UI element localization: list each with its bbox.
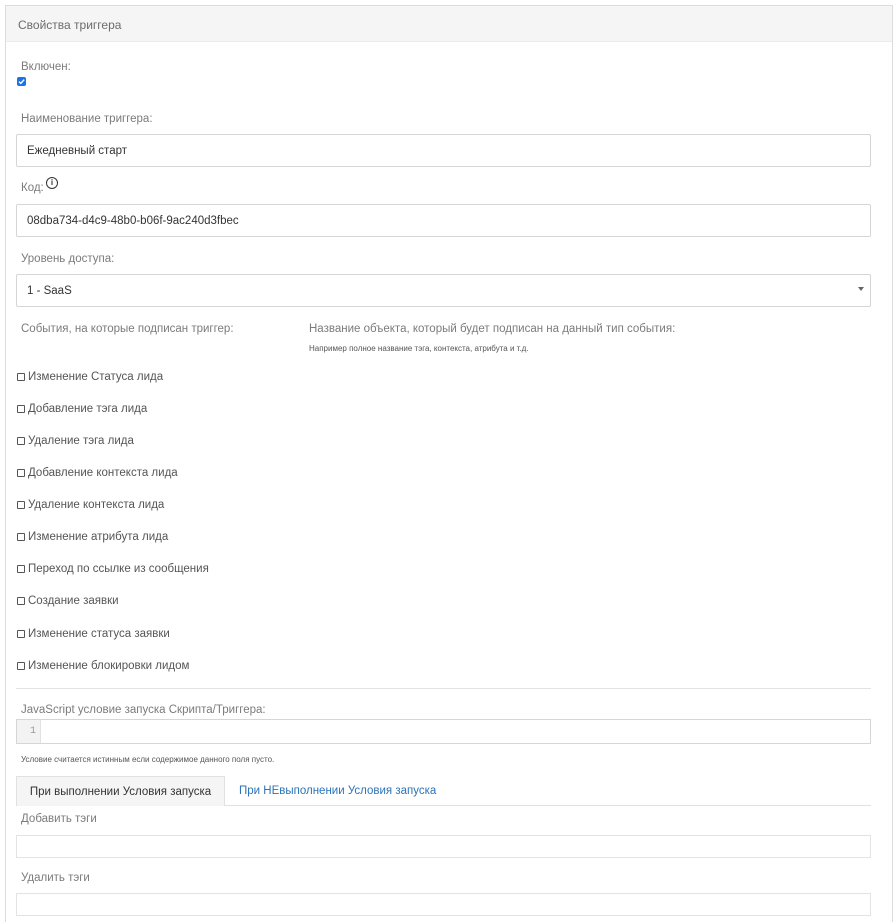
event-checkbox-row[interactable]: Изменение блокировки лидом xyxy=(17,660,189,674)
event-checkbox[interactable] xyxy=(17,597,25,605)
event-checkbox-label: Изменение атрибута лида xyxy=(28,531,169,543)
event-checkbox-label: Удаление тэга лида xyxy=(28,435,134,447)
trigger-name-label: Наименование триггера: xyxy=(21,113,153,125)
tab-on-condition-met[interactable]: При выполнении Условия запуска xyxy=(16,776,225,806)
access-level-select[interactable]: 1 - SaaS xyxy=(16,274,871,307)
event-checkbox-row[interactable]: Изменение статуса заявки xyxy=(17,628,170,642)
event-checkbox[interactable] xyxy=(17,469,25,477)
enabled-checkbox[interactable] xyxy=(17,77,26,86)
remove-tags-label: Удалить тэги xyxy=(21,872,90,884)
event-checkbox-label: Изменение блокировки лидом xyxy=(28,660,190,672)
event-checkbox-row[interactable]: Изменение атрибута лида xyxy=(17,531,168,545)
js-condition-hint: Условие считается истинным если содержим… xyxy=(21,755,275,764)
trigger-name-input[interactable]: Ежедневный старт xyxy=(16,134,871,167)
event-checkbox[interactable] xyxy=(17,405,25,413)
event-checkbox-row[interactable]: Удаление контекста лида xyxy=(17,499,164,513)
line-number: 1 xyxy=(17,720,41,743)
event-checkbox-label: Переход по ссылке из сообщения xyxy=(28,563,209,575)
event-checkbox-row[interactable]: Добавление контекста лида xyxy=(17,467,178,481)
event-checkbox-label: Добавление контекста лида xyxy=(28,467,178,479)
caret-down-icon xyxy=(858,287,864,291)
event-checkbox-label: Удаление контекста лида xyxy=(28,499,165,511)
event-checkbox-label: Изменение Статуса лида xyxy=(28,371,164,383)
access-level-value: 1 - SaaS xyxy=(27,285,72,297)
tabs-divider xyxy=(225,805,871,806)
panel-title: Свойства триггера xyxy=(6,6,892,42)
add-tags-label: Добавить тэги xyxy=(21,813,97,825)
event-checkbox[interactable] xyxy=(17,501,25,509)
event-checkbox-row[interactable]: Добавление тэга лида xyxy=(17,403,147,417)
event-checkbox-label: Добавление тэга лида xyxy=(28,403,148,415)
event-checkbox[interactable] xyxy=(17,662,25,670)
event-checkbox-row[interactable]: Изменение Статуса лида xyxy=(17,371,163,385)
check-icon xyxy=(18,79,25,85)
code-label: Код: xyxy=(21,182,44,194)
object-name-label: Название объекта, который будет подписан… xyxy=(309,323,676,335)
divider xyxy=(16,688,871,689)
events-label: События, на которые подписан триггер: xyxy=(21,323,234,335)
event-checkbox-label: Изменение статуса заявки xyxy=(28,628,170,640)
js-condition-label: JavaScript условие запуска Скрипта/Тригг… xyxy=(21,704,266,716)
event-checkbox[interactable] xyxy=(17,533,25,541)
js-condition-editor[interactable]: 1 xyxy=(16,719,871,744)
remove-tags-input[interactable] xyxy=(16,893,871,916)
object-name-hint: Например полное название тэга, контекста… xyxy=(309,344,529,353)
event-checkbox[interactable] xyxy=(17,565,25,573)
access-level-label: Уровень доступа: xyxy=(21,253,115,265)
enabled-label: Включен: xyxy=(21,61,71,73)
event-checkbox-row[interactable]: Создание заявки xyxy=(17,595,119,609)
event-checkbox-row[interactable]: Переход по ссылке из сообщения xyxy=(17,563,209,577)
event-checkbox-label: Создание заявки xyxy=(28,595,119,607)
add-tags-input[interactable] xyxy=(16,835,871,858)
event-checkbox[interactable] xyxy=(17,630,25,638)
event-checkbox[interactable] xyxy=(17,437,25,445)
tab-on-condition-not-met[interactable]: При НЕвыполнении Условия запуска xyxy=(239,785,436,797)
event-checkbox[interactable] xyxy=(17,373,25,381)
info-icon[interactable]: i xyxy=(46,177,58,189)
code-input[interactable]: 08dba734-d4c9-48b0-b06f-9ac240d3fbec xyxy=(16,204,871,237)
event-checkbox-row[interactable]: Удаление тэга лида xyxy=(17,435,134,449)
